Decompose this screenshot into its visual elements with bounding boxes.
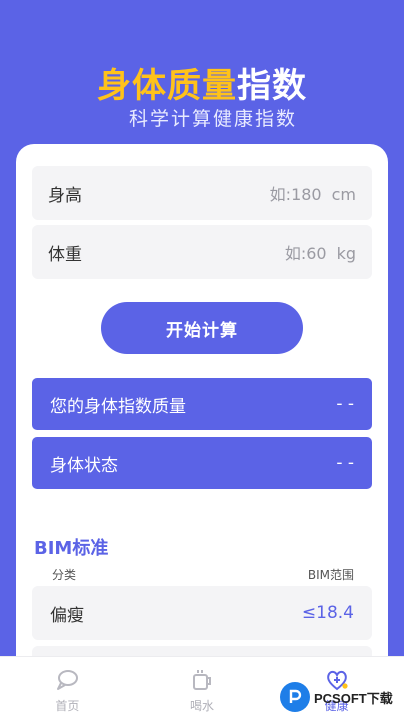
standard-column-header: 分类 BIM范围: [52, 566, 354, 583]
category-name: 偏瘦: [50, 605, 84, 626]
height-label: 身高: [48, 185, 82, 206]
watermark-logo-icon: [280, 682, 310, 712]
col-range: BIM范围: [307, 568, 354, 582]
tab-home-label: 首页: [55, 699, 80, 713]
bmi-result-row: 您的身体指数质量 - -: [32, 378, 372, 430]
weight-label: 体重: [48, 244, 82, 265]
body-status-value: - -: [336, 453, 354, 473]
col-category: 分类: [52, 568, 77, 582]
height-unit: cm: [331, 185, 356, 204]
height-input[interactable]: 如:180 cm: [270, 181, 356, 205]
title-rest: 指数: [237, 66, 307, 106]
weight-field[interactable]: 体重 如:60 kg: [32, 225, 372, 279]
height-field[interactable]: 身高 如:180 cm: [32, 166, 372, 220]
bmi-standard-title: BIM标准: [34, 538, 109, 559]
start-calculate-button[interactable]: 开始计算: [101, 302, 303, 354]
weight-unit: kg: [336, 244, 356, 263]
tab-water[interactable]: 喝水: [135, 657, 270, 720]
bmi-result-value: - -: [336, 394, 354, 414]
watermark: PCSOFT下载: [280, 680, 393, 714]
tab-home[interactable]: 首页: [0, 657, 135, 720]
page-title: 身体质量指数: [0, 58, 404, 107]
body-status-row: 身体状态 - -: [32, 437, 372, 489]
home-icon: [57, 670, 79, 690]
watermark-text: PCSOFT下载: [314, 690, 393, 706]
page-subtitle: 科学计算健康指数: [128, 108, 297, 130]
category-range: ≤18.4: [301, 603, 354, 623]
body-status-label: 身体状态: [50, 455, 118, 476]
cup-icon: [193, 670, 211, 690]
weight-input[interactable]: 如:60 kg: [285, 240, 356, 264]
table-row: 偏瘦 ≤18.4: [32, 586, 372, 640]
title-highlight: 身体质量: [97, 66, 237, 106]
tab-water-label: 喝水: [190, 699, 215, 713]
calculator-card: 身高 如:180 cm 体重 如:60 kg 开始计算 您的身体指数质量 - - 身…: [16, 144, 388, 720]
bmi-result-label: 您的身体指数质量: [50, 396, 186, 417]
